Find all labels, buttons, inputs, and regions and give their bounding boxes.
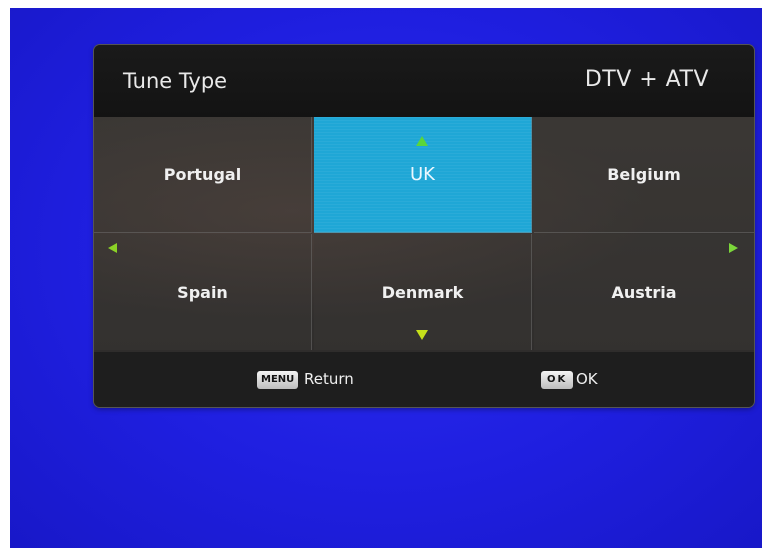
country-grid: Portugal UK Belgium Spain Denmark Austri… (94, 117, 754, 352)
country-label: Spain (177, 282, 228, 302)
country-option-uk[interactable]: UK (314, 117, 532, 233)
country-label: Portugal (163, 165, 242, 184)
ok-key-badge[interactable]: OK (541, 371, 574, 389)
country-option-portugal[interactable]: Portugal (94, 117, 312, 233)
country-label: Austria (611, 282, 677, 302)
dialog-title: Tune Type (123, 69, 228, 93)
tune-mode-value[interactable]: DTV + ATV (585, 67, 709, 92)
tune-type-dialog: Tune Type DTV + ATV Portugal UK Belgium … (94, 45, 754, 407)
dialog-header: Tune Type DTV + ATV (94, 45, 754, 117)
dialog-footer: MENU Return OK OK (94, 352, 754, 407)
country-label: Denmark (381, 282, 464, 302)
arrow-right-icon[interactable] (729, 243, 738, 253)
country-label: Belgium (607, 165, 681, 184)
tv-screen: Tune Type DTV + ATV Portugal UK Belgium … (10, 8, 762, 548)
ok-label: OK (576, 370, 598, 388)
country-option-austria[interactable]: Austria (534, 234, 754, 350)
return-label: Return (304, 370, 354, 388)
country-option-spain[interactable]: Spain (94, 234, 312, 350)
arrow-down-icon[interactable] (416, 330, 428, 340)
arrow-up-icon[interactable] (416, 136, 428, 146)
country-option-belgium[interactable]: Belgium (534, 117, 754, 233)
country-label: UK (410, 164, 435, 185)
arrow-left-icon[interactable] (108, 243, 117, 253)
menu-key-badge[interactable]: MENU (257, 371, 299, 389)
